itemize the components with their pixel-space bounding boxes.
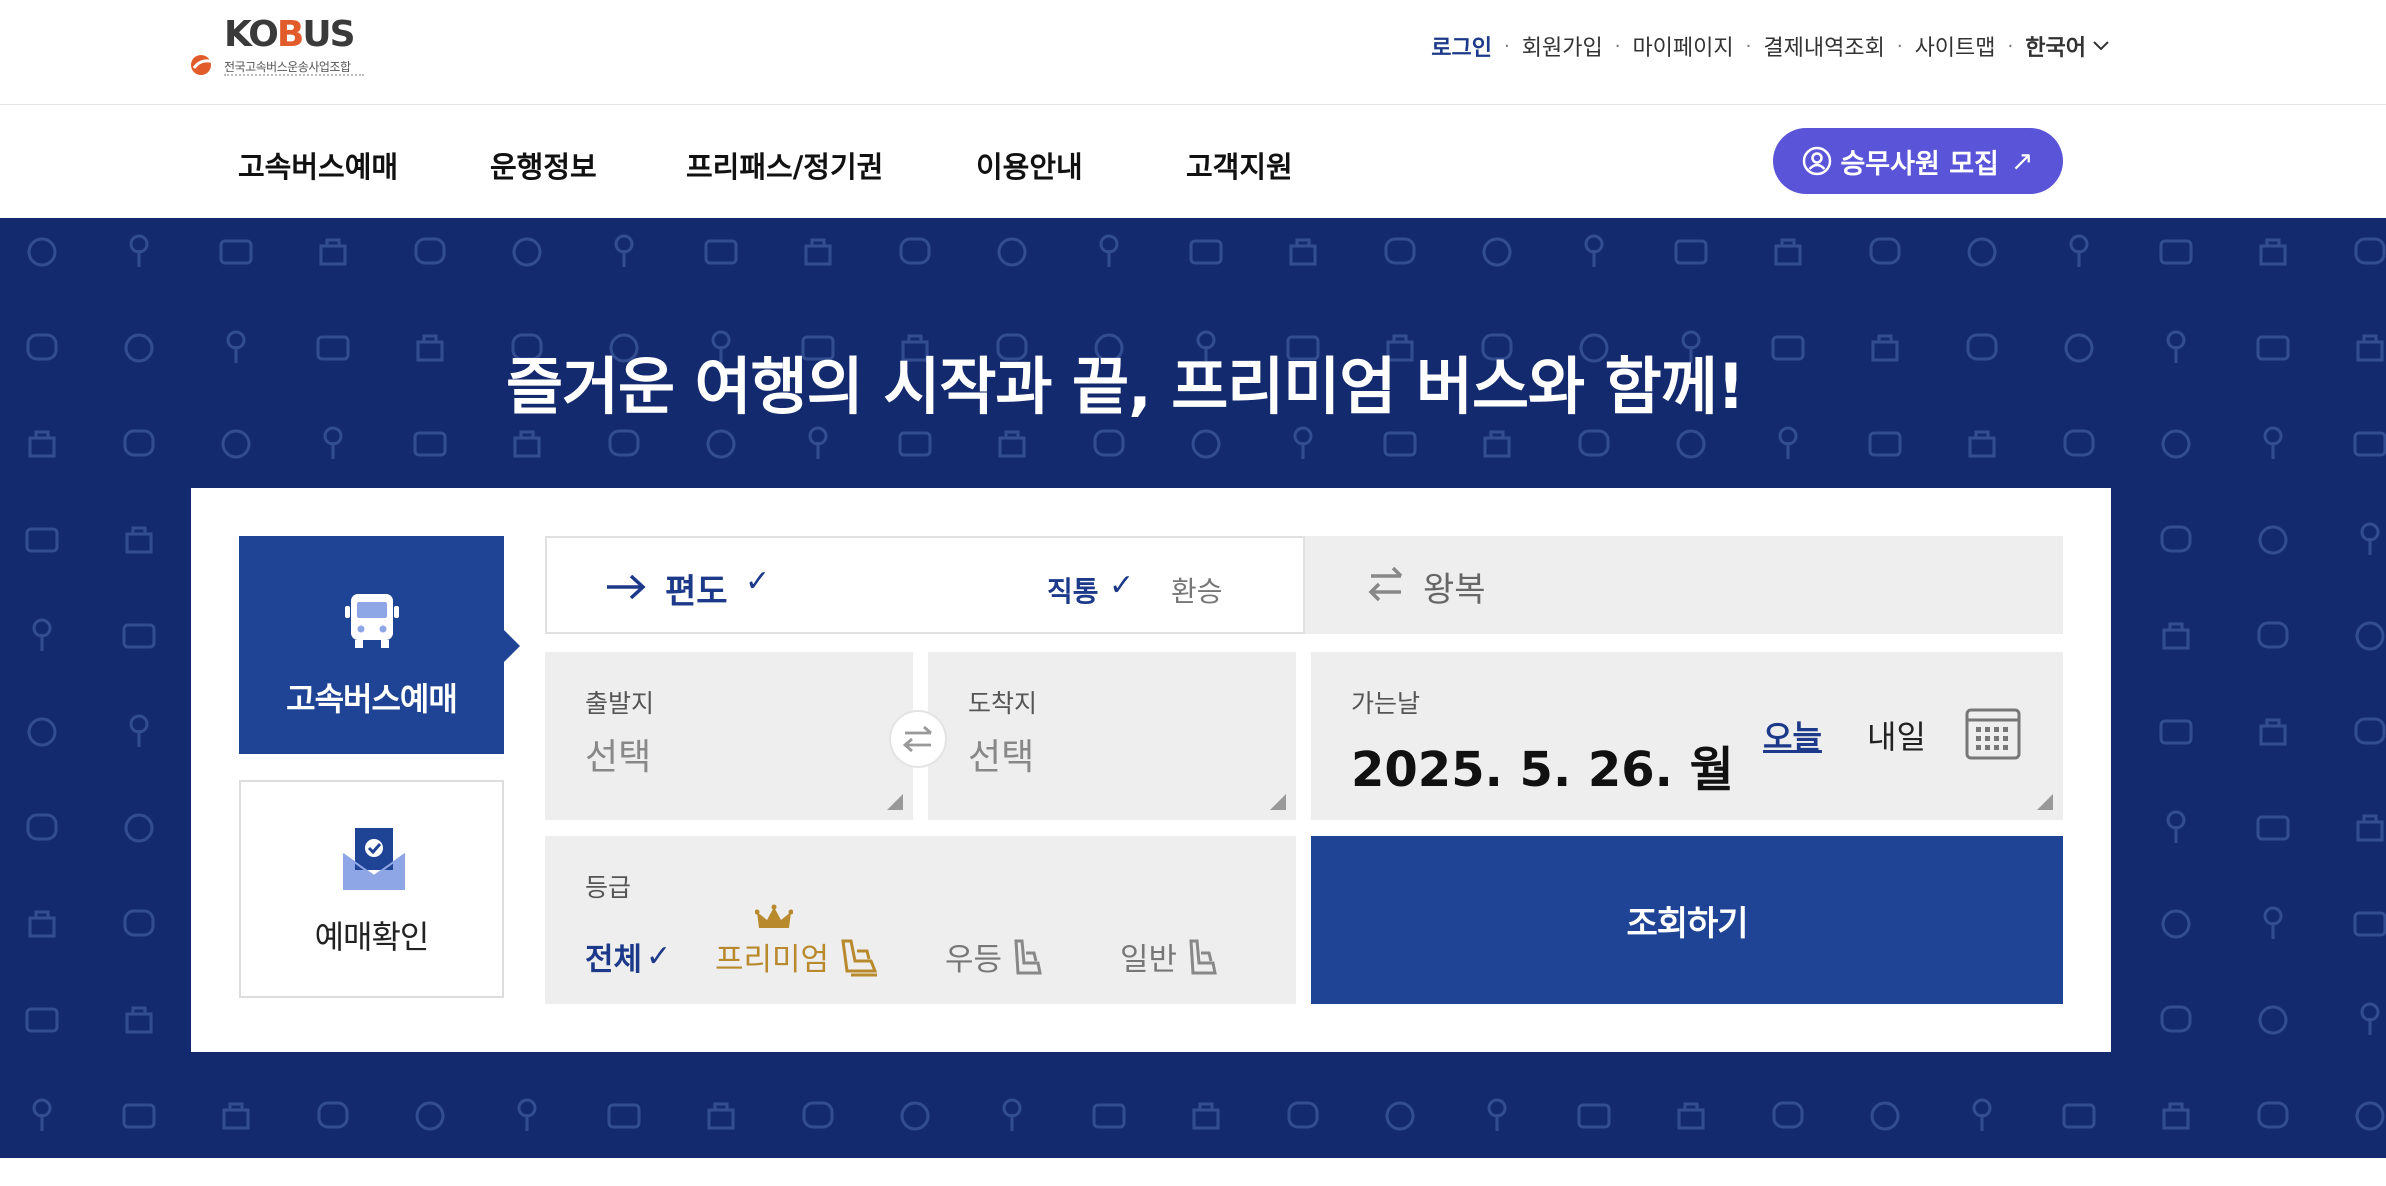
calendar-icon[interactable] (1965, 708, 2021, 760)
grade-udeung-label: 우등 (945, 942, 1003, 978)
transfer-option[interactable]: 환승 (1171, 570, 1223, 610)
date-value: 2025. 5. 26. 월 (1351, 742, 1734, 798)
language-select[interactable]: 한국어 (2025, 30, 2110, 62)
user-circle-icon (1803, 146, 1832, 176)
tomorrow-button[interactable]: 내일 (1867, 712, 1926, 758)
departure-field[interactable]: 출발지 선택 (545, 652, 913, 820)
logo-sub-line (224, 74, 364, 78)
premium-seat-icon (841, 939, 878, 976)
corner-marker (2037, 794, 2053, 810)
arrival-value: 선택 (968, 737, 1035, 778)
main-nav: 고속버스예매 운행정보 프리패스/정기권 이용안내 고객지원 승무사원 모집 ↗ (0, 106, 2386, 218)
direct-option[interactable]: 직통 (1047, 570, 1099, 610)
bus-icon (345, 594, 399, 648)
roundtrip-label: 왕복 (1423, 570, 1486, 610)
corner-marker (887, 794, 903, 810)
check-icon: ✓ (646, 939, 672, 974)
arrival-field[interactable]: 도착지 선택 (928, 652, 1296, 820)
departure-date-field[interactable]: 가는날 2025. 5. 26. 월 오늘 내일 (1311, 652, 2063, 820)
today-button[interactable]: 오늘 (1763, 712, 1822, 758)
arrival-label: 도착지 (968, 689, 1038, 718)
separator-dot: · (2007, 35, 2014, 57)
chevron-down-icon (2093, 41, 2109, 51)
tab-express-booking[interactable]: 고속버스예매 (239, 536, 520, 754)
tab-label: 고속버스예매 (286, 680, 458, 718)
grade-option-all[interactable]: 전체 ✓ (585, 934, 671, 979)
seat-icon (1014, 939, 1042, 974)
trip-type-row: 편도 ✓ 직통 ✓ 환승 왕복 (545, 536, 2063, 634)
page-bottom-strip (0, 1158, 2386, 1186)
arrow-right-icon (607, 574, 646, 600)
swap-locations-button[interactable] (889, 710, 947, 768)
utility-links: 로그인 · 회원가입 · 마이페이지 · 결제내역조회 · 사이트맵 · 한국어 (1431, 30, 2110, 62)
logo-mark-icon (191, 55, 215, 75)
external-link-icon: ↗ (2010, 145, 2034, 177)
ticket-envelope-icon (342, 828, 406, 890)
separator-dot: · (1504, 35, 1510, 57)
seat-icon (1189, 939, 1217, 974)
separator-dot: · (1745, 35, 1752, 57)
date-label: 가는날 (1351, 689, 1421, 718)
grade-label: 등급 (585, 873, 632, 902)
signup-link[interactable]: 회원가입 (1522, 30, 1603, 62)
oneway-option[interactable]: 편도 ✓ 직통 ✓ 환승 (545, 536, 1305, 634)
sitemap-link[interactable]: 사이트맵 (1915, 30, 1996, 62)
payment-history-link[interactable]: 결제내역조회 (1763, 30, 1884, 62)
oneway-label: 편도 (665, 572, 728, 612)
grade-general-label: 일반 (1120, 942, 1178, 978)
grade-option-premium[interactable]: 프리미엄 (715, 934, 881, 979)
nav-express-booking[interactable]: 고속버스예매 (238, 144, 398, 186)
separator-dot: · (1896, 35, 1903, 57)
recruit-label: 승무사원 모집 (1840, 148, 1999, 180)
corner-marker (1270, 794, 1286, 810)
booking-card: 고속버스예매 예매확인 편도 ✓ 직통 ✓ 환승 왕복 출발지 선택 도착지 선… (191, 488, 2111, 1052)
swap-arrows-icon (1368, 566, 1403, 602)
logo-wordmark: KOBUS (224, 14, 356, 55)
kobus-logo[interactable]: KOBUS 전국고속버스운송사업조합 (190, 14, 365, 84)
search-button[interactable]: 조회하기 (1311, 836, 2063, 1004)
logo-subtitle: 전국고속버스운송사업조합 (224, 60, 351, 74)
active-tab-pointer (504, 630, 520, 662)
separator-dot: · (1614, 35, 1621, 57)
login-link[interactable]: 로그인 (1431, 30, 1492, 62)
language-label: 한국어 (2025, 36, 2086, 61)
departure-value: 선택 (585, 737, 652, 778)
mypage-link[interactable]: 마이페이지 (1632, 30, 1733, 62)
bus-grade-field: 등급 전체 ✓ 프리미엄 우등 일반 (545, 836, 1296, 1004)
grade-option-general[interactable]: 일반 (1120, 934, 1223, 979)
check-icon: ✓ (745, 564, 771, 599)
departure-label: 출발지 (585, 689, 655, 718)
nav-usage-guide[interactable]: 이용안내 (976, 144, 1083, 186)
grade-option-udeung[interactable]: 우등 (945, 934, 1048, 979)
recruit-driver-button[interactable]: 승무사원 모집 ↗ (1773, 128, 2063, 194)
check-icon: ✓ (1109, 568, 1135, 603)
roundtrip-option[interactable]: 왕복 (1305, 536, 2063, 634)
top-utility-bar: KOBUS 전국고속버스운송사업조합 로그인 · 회원가입 · 마이페이지 · … (0, 0, 2386, 105)
hero-title: 즐거운 여행의 시작과 끝, 프리미엄 버스와 함께! (505, 350, 1745, 423)
grade-premium-label: 프리미엄 (715, 942, 830, 978)
swap-arrows-icon (902, 725, 932, 753)
nav-freepass[interactable]: 프리패스/정기권 (686, 144, 883, 186)
grade-all-label: 전체 (585, 942, 643, 978)
tab-label: 예매확인 (314, 918, 430, 956)
crown-icon (755, 904, 793, 928)
nav-customer-support[interactable]: 고객지원 (1186, 144, 1293, 186)
tab-reservation-check[interactable]: 예매확인 (239, 780, 504, 998)
nav-operation-info[interactable]: 운행정보 (490, 144, 597, 186)
